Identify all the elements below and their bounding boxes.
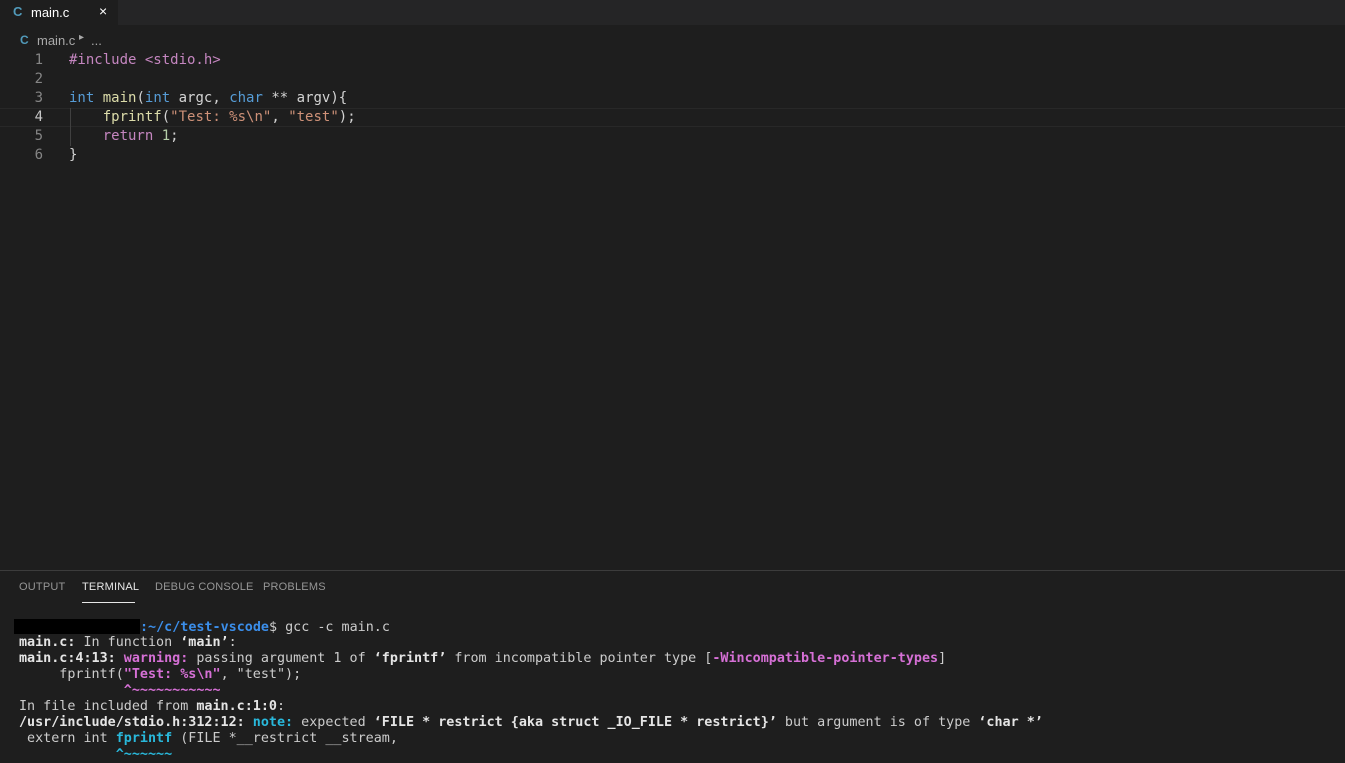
c-file-icon: C xyxy=(20,33,29,47)
tab-terminal[interactable]: TERMINAL xyxy=(82,581,139,593)
breadcrumb-file[interactable]: main.c xyxy=(37,33,75,48)
tab-problems[interactable]: PROBLEMS xyxy=(263,581,326,593)
tab-label: main.c xyxy=(31,5,70,20)
code-line[interactable]: 3 int main(int argc, char ** argv){ xyxy=(0,89,1345,108)
code-text: } xyxy=(69,146,77,165)
code-token: fprintf xyxy=(102,109,162,125)
code-text: fprintf("Test: %s\n", "test"); xyxy=(69,109,356,126)
terminal-line: extern int fprintf (FILE *__restrict __s… xyxy=(19,731,398,746)
terminal-line: ^~~~~~~~~~~~ xyxy=(19,683,221,698)
line-number: 4 xyxy=(34,109,43,125)
chevron-right-icon: ▸ xyxy=(79,32,85,43)
code-token: int xyxy=(144,90,171,106)
code-token: argc, xyxy=(170,90,230,106)
code-token: ; xyxy=(170,128,179,144)
tab-debug-console[interactable]: DEBUG CONSOLE xyxy=(155,581,254,593)
line-number: 1 xyxy=(34,52,43,68)
code-token: ( xyxy=(161,109,171,125)
code-token: ); xyxy=(338,109,356,125)
line-number: 3 xyxy=(34,90,43,106)
code-token: char xyxy=(229,90,263,106)
bottom-panel: OUTPUT TERMINAL DEBUG CONSOLE PROBLEMS :… xyxy=(0,570,1345,762)
line-number: 6 xyxy=(34,147,43,163)
line-number: 5 xyxy=(34,128,43,144)
code-token: "Test: %s\n" xyxy=(170,109,272,125)
code-text: #include <stdio.h> xyxy=(69,51,221,70)
active-tab-indicator xyxy=(82,602,135,603)
code-token: } xyxy=(69,147,78,163)
code-token: main xyxy=(102,90,137,106)
code-token: ** argv){ xyxy=(262,90,348,106)
code-line[interactable]: 4 fprintf("Test: %s\n", "test"); xyxy=(0,108,1345,127)
code-token: int xyxy=(69,90,95,106)
c-file-icon: C xyxy=(13,4,23,19)
code-text: int main(int argc, char ** argv){ xyxy=(69,89,347,108)
code-token: 1 xyxy=(161,128,171,144)
terminal-prompt-line: :~/c/test-vscode$ gcc -c main.c xyxy=(14,619,390,635)
close-icon[interactable]: × xyxy=(99,3,107,19)
terminal-line: main.c: In function ‘main’: xyxy=(19,635,237,650)
tab-main-c[interactable]: C main.c × xyxy=(0,0,118,25)
code-line[interactable]: 1 #include <stdio.h> xyxy=(0,51,1345,70)
code-token: , xyxy=(271,109,289,125)
code-editor[interactable]: 1 #include <stdio.h> 2 3 int main(int argc, … xyxy=(0,51,1345,571)
terminal-line: fprintf("Test: %s\n", "test"); xyxy=(19,667,302,682)
line-number: 2 xyxy=(34,71,43,87)
tab-output[interactable]: OUTPUT xyxy=(19,581,65,593)
redacted-username xyxy=(14,619,140,634)
terminal-line: In file included from main.c:1:0: xyxy=(19,699,286,714)
code-line[interactable]: 5 return 1; xyxy=(0,127,1345,146)
terminal-line: /usr/include/stdio.h:312:12: note: expec… xyxy=(19,715,1043,730)
terminal-line: main.c:4:13: warning: passing argument 1… xyxy=(19,651,947,666)
terminal-line: ^~~~~~~ xyxy=(19,747,173,762)
code-token: #include <stdio.h> xyxy=(69,52,221,68)
code-text: return 1; xyxy=(69,127,179,146)
code-line[interactable]: 6} xyxy=(0,146,1345,165)
editor-tab-bar: C main.c × xyxy=(0,0,1345,25)
breadcrumb: C main.c ▸ ... xyxy=(0,31,600,49)
code-token: ( xyxy=(136,90,145,106)
code-token: return xyxy=(102,128,154,144)
breadcrumb-more[interactable]: ... xyxy=(91,33,102,48)
code-token: "test" xyxy=(288,109,339,125)
code-line[interactable]: 2 xyxy=(0,70,1345,89)
